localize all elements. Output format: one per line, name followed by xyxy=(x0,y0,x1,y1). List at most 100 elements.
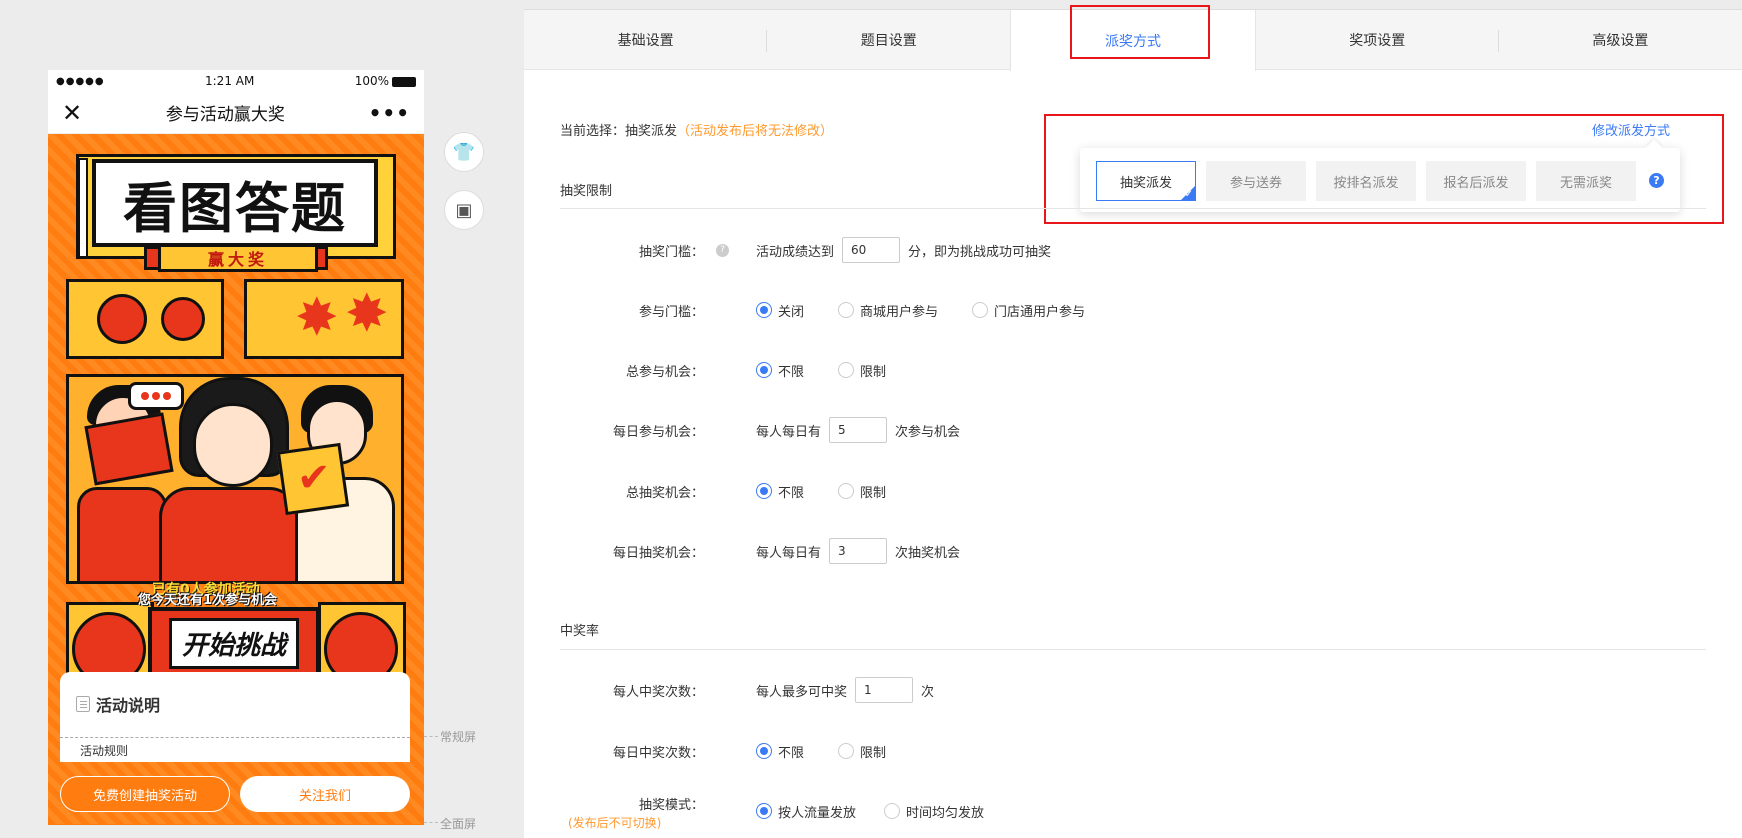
radio-by-time[interactable]: 时间均匀发放 xyxy=(884,802,984,821)
row-draw-mode: 抽奖模式： (发布后不可切换) 按人流量发放 时间均匀发放 xyxy=(524,797,1742,830)
row-threshold: 抽奖门槛： ? 活动成绩达到 60 分，即为挑战成功可抽奖 xyxy=(524,236,1742,264)
person-body xyxy=(77,487,167,581)
radio-unlimited[interactable]: 不限 xyxy=(756,361,804,380)
radio-limited[interactable]: 限制 xyxy=(838,361,886,380)
radio-mall-users[interactable]: 商城用户参与 xyxy=(838,301,938,320)
daily-draw-label: 每日抽奖机会： xyxy=(612,545,704,561)
description-card: 活动说明 活动规则 xyxy=(60,672,410,762)
current-prefix: 当前选择： xyxy=(560,124,626,139)
join-threshold-options: 关闭 商城用户参与 门店通用户参与 xyxy=(756,301,1119,320)
highlight-box-tab xyxy=(1070,5,1210,59)
daily-join-input[interactable]: 5 xyxy=(829,417,888,443)
nav-title: 参与活动赢大奖 xyxy=(165,105,285,125)
normal-screen-marker xyxy=(424,736,438,737)
win-times-suffix: 次 xyxy=(921,684,935,700)
join-threshold-label: 参与门槛： xyxy=(638,304,704,320)
chances-text: 您今天还有1次参与机会 xyxy=(138,593,278,608)
person-body xyxy=(159,487,299,581)
draw-mode-options: 按人流量发放 时间均匀发放 xyxy=(756,802,1018,821)
section-win-rate: 中奖率 xyxy=(560,624,600,639)
current-selection: 当前选择：抽奖派发（活动发布后将无法修改） xyxy=(560,120,833,139)
daily-win-options: 不限 限制 xyxy=(756,742,920,761)
daily-join-body: 每人每日有 5 次参与机会 xyxy=(756,417,960,443)
row-daily-win: 每日中奖次数： 不限 限制 xyxy=(524,737,1742,765)
theme-shirt-icon[interactable]: 👕 xyxy=(444,132,484,172)
decor-panel-stars: ✸ ✸ xyxy=(244,279,404,359)
sun-icon xyxy=(97,294,147,344)
radio-close[interactable]: 关闭 xyxy=(756,301,804,320)
normal-screen-label: 常规屏 xyxy=(440,730,477,744)
threshold-prefix: 活动成绩达到 xyxy=(756,244,835,260)
document-icon xyxy=(76,696,90,712)
star-icon: ✸ xyxy=(295,288,339,348)
win-times-body: 每人最多可中奖 1 次 xyxy=(756,677,934,703)
tab-label: 题目设置 xyxy=(860,32,917,49)
poster-title: 看图答题 xyxy=(123,176,347,240)
poster-subtitle: 赢大奖 xyxy=(158,244,318,272)
close-icon[interactable]: ✕ xyxy=(62,101,82,125)
total-join-options: 不限 限制 xyxy=(756,361,920,380)
dispatch-settings: 当前选择：抽奖派发（活动发布后将无法修改） 修改派发方式 抽奖派发 ✓ 参与送券 … xyxy=(524,70,1742,838)
poster-title-box: 看图答题 xyxy=(92,159,378,247)
status-time: 1:21 AM xyxy=(205,74,255,88)
check-icon: ✔ xyxy=(297,455,331,501)
illustration-scene: ✔ xyxy=(66,374,404,584)
row-daily-draw: 每日抽奖机会： 每人每日有 3 次抽奖机会 xyxy=(524,537,1742,565)
start-challenge-button[interactable]: 开始挑战 xyxy=(148,607,320,679)
total-join-label: 总参与机会： xyxy=(625,364,704,380)
more-icon[interactable]: ••• xyxy=(369,101,410,125)
win-times-prefix: 每人最多可中奖 xyxy=(756,684,848,700)
start-challenge-label: 开始挑战 xyxy=(168,617,299,669)
battery-icon xyxy=(392,76,416,87)
bottom-buttons: 免费创建抽奖活动 关注我们 xyxy=(60,776,410,812)
win-times-input[interactable]: 1 xyxy=(855,677,914,703)
draw-mode-label: 抽奖模式： xyxy=(638,797,704,813)
moon-icon xyxy=(161,297,205,341)
description-title-text: 活动说明 xyxy=(96,696,161,715)
win-times-label: 每人中奖次数： xyxy=(612,684,704,700)
full-screen-label: 全面屏 xyxy=(440,817,477,831)
radio-unlimited[interactable]: 不限 xyxy=(756,742,804,761)
daily-win-label: 每日中奖次数： xyxy=(612,745,704,761)
threshold-label: 抽奖门槛： xyxy=(638,244,704,260)
row-win-times: 每人中奖次数： 每人最多可中奖 1 次 xyxy=(524,676,1742,704)
tab-questions[interactable]: 题目设置 xyxy=(767,10,1010,69)
battery-status: 100% xyxy=(355,74,416,88)
tab-label: 基础设置 xyxy=(617,32,674,49)
tab-basic[interactable]: 基础设置 xyxy=(524,10,768,69)
section-lottery-limits: 抽奖限制 xyxy=(560,184,613,199)
daily-join-label: 每日参与机会： xyxy=(612,424,704,440)
rules-text: 活动规则 xyxy=(80,744,129,758)
poster-image: 看图答题 赢大奖 ✸ ✸ ✔ 已有0人参加活动 您今天还有1次参与机会 开始挑战… xyxy=(48,134,424,824)
radio-limited[interactable]: 限制 xyxy=(838,742,886,761)
daily-draw-input[interactable]: 3 xyxy=(829,538,888,564)
score-threshold-input[interactable]: 60 xyxy=(842,237,901,263)
tab-prizes[interactable]: 奖项设置 xyxy=(1256,10,1499,69)
row-total-draw: 总抽奖机会： 不限 限制 xyxy=(524,477,1742,505)
free-create-button[interactable]: 免费创建抽奖活动 xyxy=(60,776,230,812)
row-total-join: 总参与机会： 不限 限制 xyxy=(524,356,1742,384)
tab-label: 高级设置 xyxy=(1592,32,1649,49)
follow-us-button[interactable]: 关注我们 xyxy=(240,776,410,812)
tab-label: 奖项设置 xyxy=(1349,32,1406,49)
tab-advanced[interactable]: 高级设置 xyxy=(1499,10,1742,69)
total-draw-options: 不限 限制 xyxy=(756,482,920,501)
phone-preview: ●●●●● 1:21 AM 100% ✕ 参与活动赢大奖 ••• 看图答题 赢大… xyxy=(48,70,424,825)
check-icon: ✓ xyxy=(1184,189,1193,200)
bookmark-icon[interactable]: ▣ xyxy=(444,190,484,230)
draw-mode-label-wrap: 抽奖模式： (发布后不可切换) xyxy=(524,798,704,830)
full-screen-marker xyxy=(424,822,438,823)
threshold-suffix: 分，即为挑战成功可抽奖 xyxy=(908,244,1052,260)
normal-screen-line xyxy=(60,737,410,738)
nav-bar: ✕ 参与活动赢大奖 ••• xyxy=(48,92,424,134)
question-icon[interactable]: ? xyxy=(716,243,729,257)
daily-draw-suffix: 次抽奖机会 xyxy=(895,545,961,561)
radio-limited[interactable]: 限制 xyxy=(838,482,886,501)
draw-mode-note: (发布后不可切换) xyxy=(568,815,662,830)
signal-icon: ●●●●● xyxy=(56,75,105,87)
current-note: （活动发布后将无法修改） xyxy=(677,124,834,139)
radio-unlimited[interactable]: 不限 xyxy=(756,482,804,501)
radio-store-users[interactable]: 门店通用户参与 xyxy=(972,301,1085,320)
radio-by-traffic[interactable]: 按人流量发放 xyxy=(756,802,856,821)
total-draw-label: 总抽奖机会： xyxy=(625,485,704,501)
